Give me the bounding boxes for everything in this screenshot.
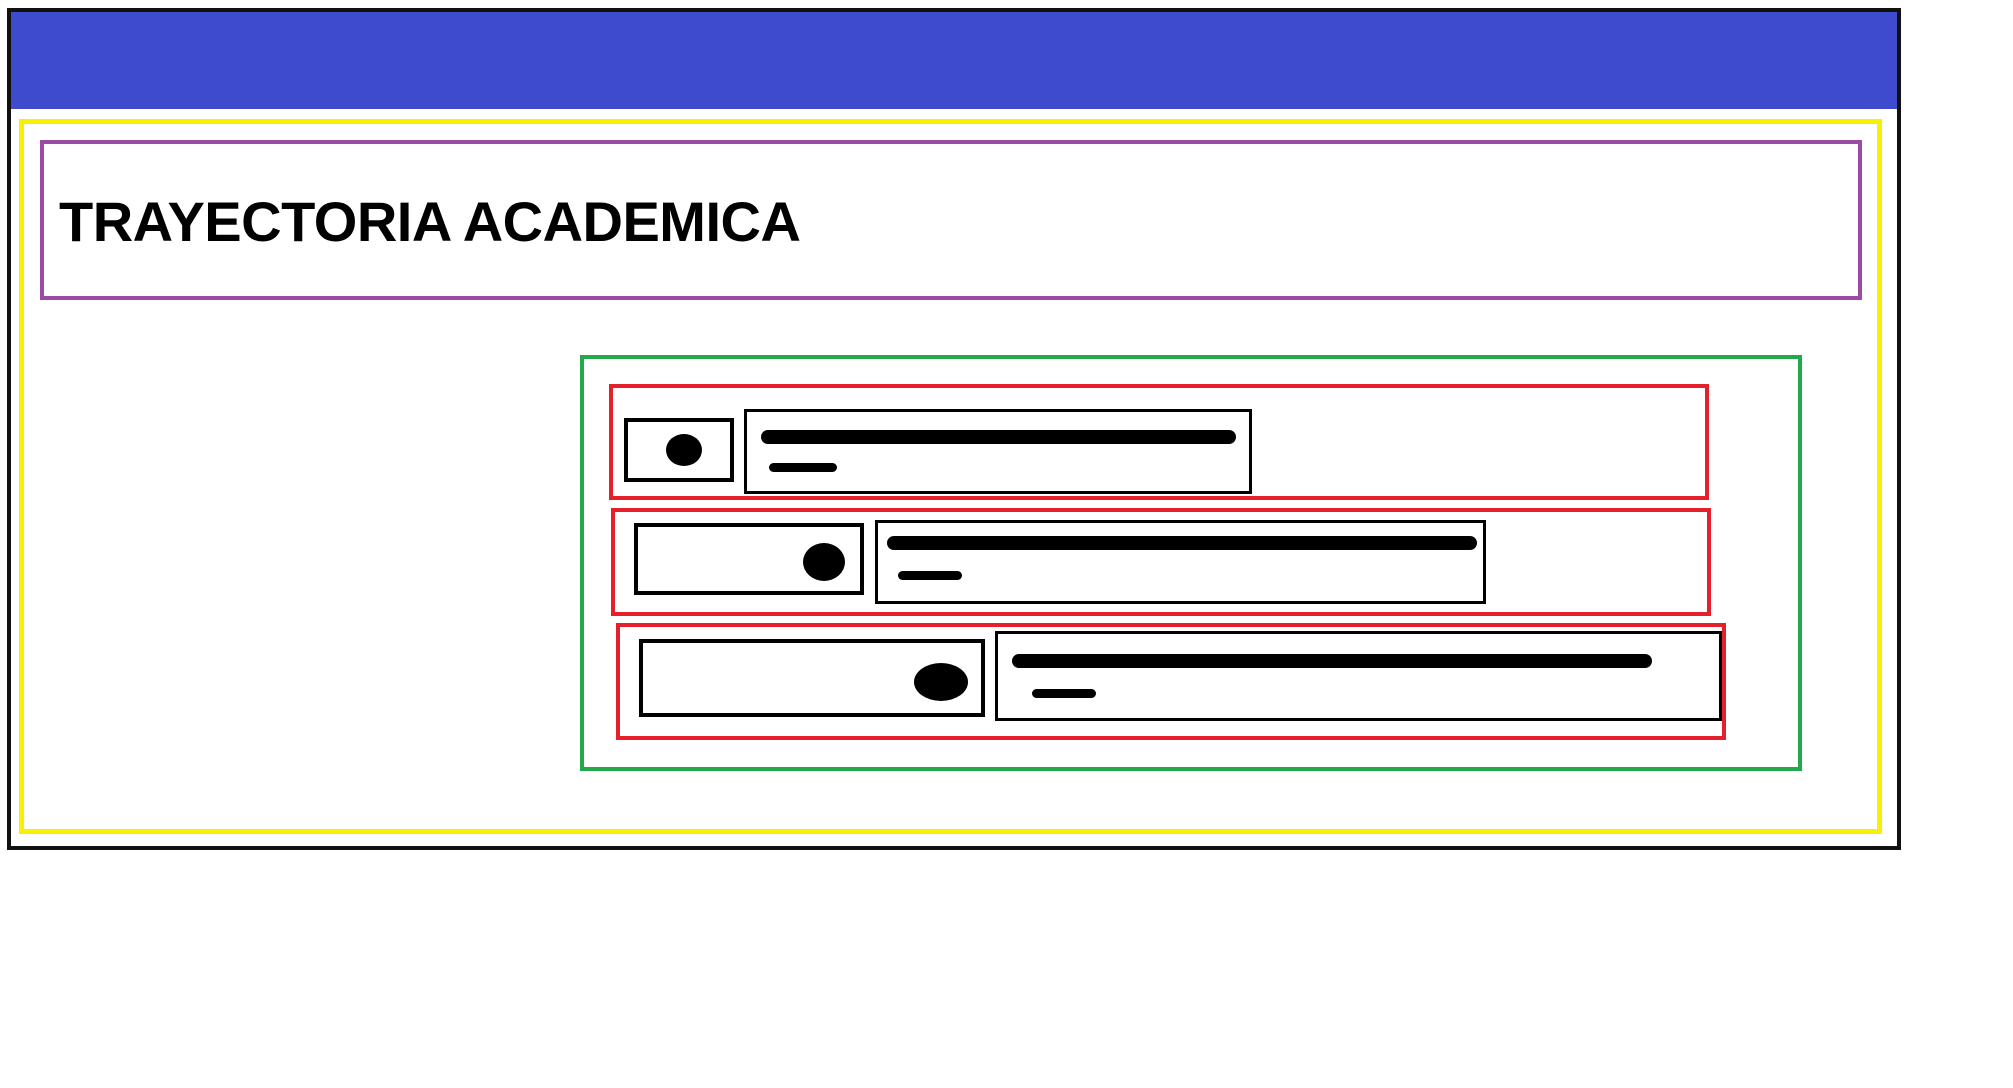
item-text-block: [875, 520, 1486, 604]
item-title-line: [1012, 654, 1652, 668]
toggle-switch[interactable]: [624, 418, 734, 482]
title-box: TRAYECTORIA ACADEMICA: [40, 140, 1862, 300]
app-window: TRAYECTORIA ACADEMICA: [7, 8, 1901, 850]
list-item: [616, 623, 1726, 740]
item-subtitle-line: [1032, 689, 1096, 698]
list-item: [609, 384, 1709, 500]
toggle-knob: [803, 543, 845, 581]
list-item: [611, 508, 1711, 616]
toggle-knob: [666, 434, 702, 466]
page-title: TRAYECTORIA ACADEMICA: [59, 190, 801, 253]
item-text-block: [995, 631, 1722, 721]
toggle-switch[interactable]: [634, 523, 864, 595]
toggle-knob: [914, 663, 968, 701]
header-bar: [11, 12, 1897, 109]
item-title-line: [761, 430, 1236, 444]
item-subtitle-line: [769, 463, 837, 472]
item-subtitle-line: [898, 571, 962, 580]
item-title-line: [887, 536, 1477, 550]
content-frame: TRAYECTORIA ACADEMICA: [19, 119, 1882, 834]
item-text-block: [744, 409, 1252, 494]
toggle-switch[interactable]: [639, 639, 985, 717]
academic-list-panel: [580, 355, 1802, 771]
